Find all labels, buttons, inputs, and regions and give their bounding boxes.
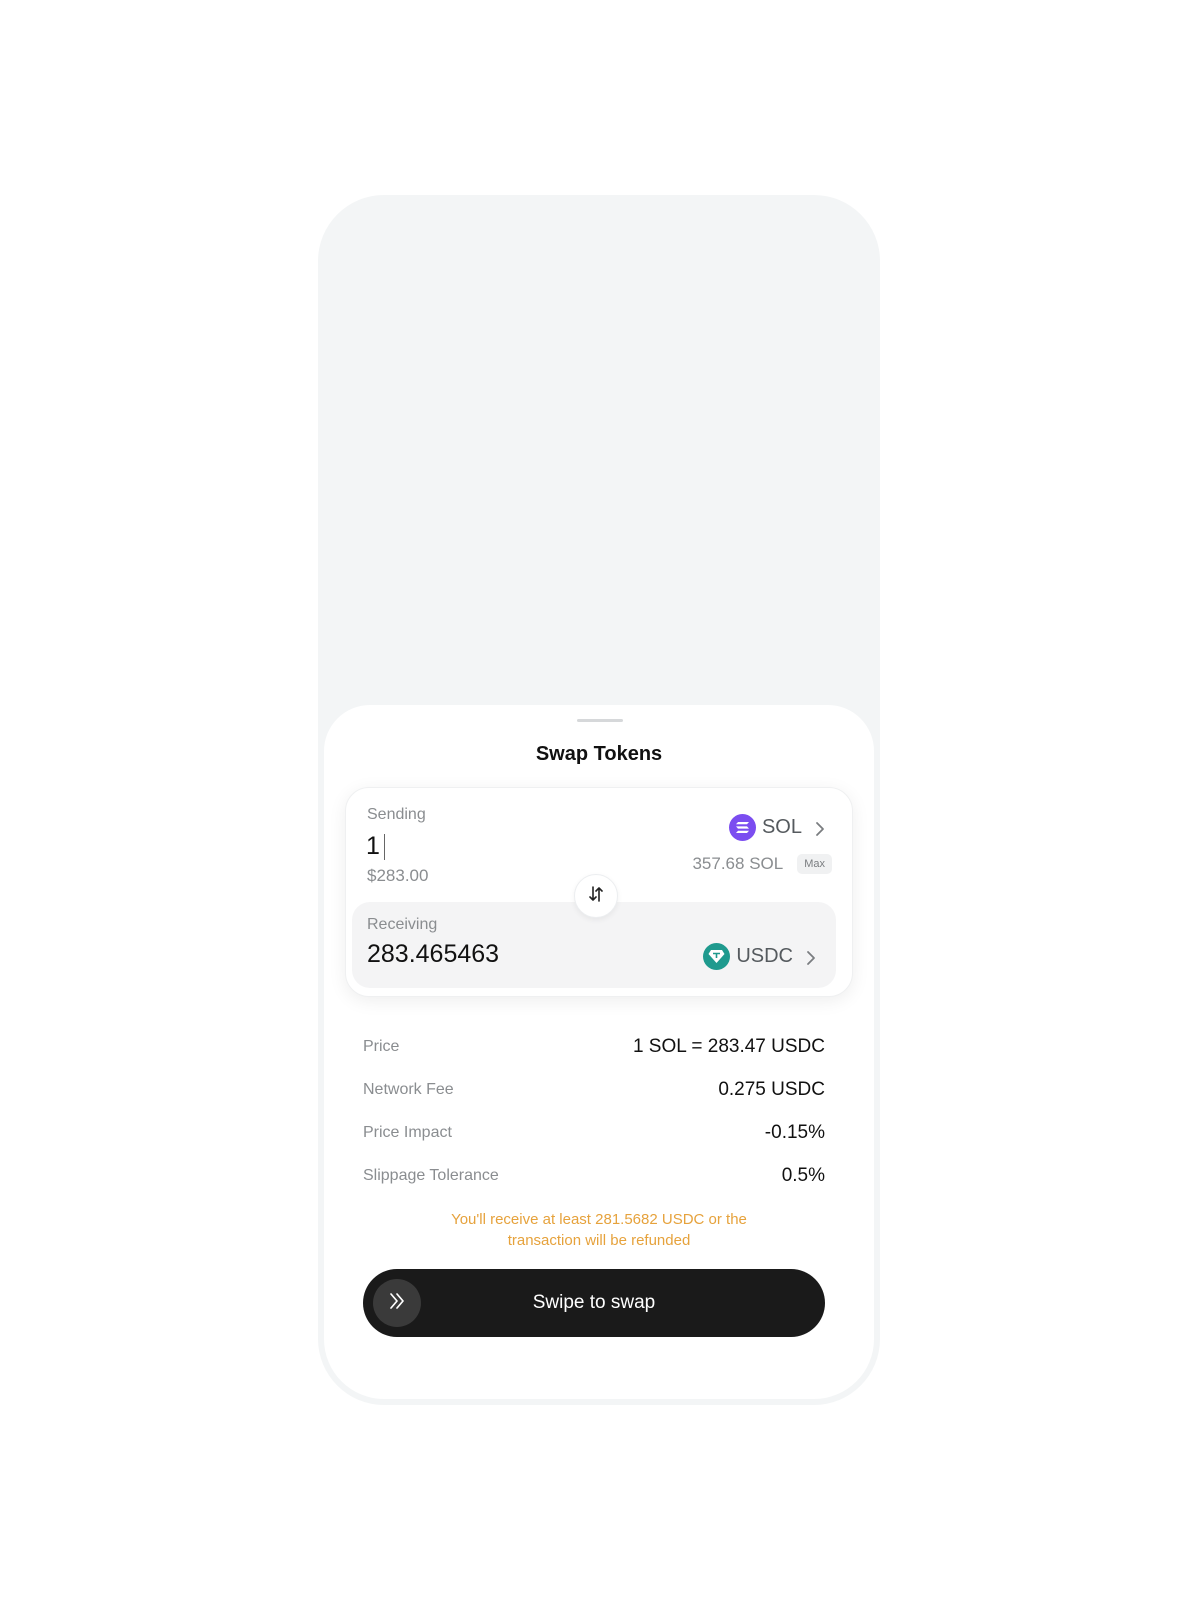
detail-label: Slippage Tolerance [363, 1166, 499, 1184]
detail-value: 0.275 USDC [718, 1078, 825, 1100]
detail-row-price-impact: Price Impact -0.15% [363, 1111, 825, 1154]
text-caret [383, 833, 385, 860]
minimum-received-warning: You'll receive at least 281.5682 USDC or… [451, 1211, 747, 1249]
swap-card: Sending 1 $283.00 SOL 357.68 SOL Max Rec… [345, 787, 853, 997]
sending-token-selector[interactable]: SOL [728, 814, 828, 841]
sheet-title: Swap Tokens [535, 743, 663, 765]
swipe-to-swap-slider[interactable]: Swipe to swap [363, 1269, 825, 1337]
swap-arrows-icon [586, 884, 606, 909]
detail-value: 1 SOL = 283.47 USDC [632, 1035, 825, 1057]
sending-balance-row: 357.68 SOL Max [692, 854, 832, 874]
sending-amount-value: 1 [366, 832, 380, 860]
sending-amount-input[interactable]: 1 [366, 832, 385, 861]
receiving-token-symbol: USDC [736, 945, 793, 967]
detail-value: -0.15% [764, 1121, 825, 1143]
detail-label: Network Fee [363, 1080, 454, 1098]
detail-row-price: Price 1 SOL = 283.47 USDC [363, 1025, 825, 1068]
switch-direction-button[interactable] [574, 874, 618, 918]
detail-label: Price Impact [363, 1123, 452, 1141]
swap-sheet: Swap Tokens Sending 1 $283.00 SOL 357.68… [324, 705, 874, 1399]
usdc-icon [703, 943, 731, 970]
max-button[interactable]: Max [797, 854, 832, 874]
solana-icon [728, 814, 756, 841]
receiving-label: Receiving [367, 916, 438, 933]
receiving-token-selector[interactable]: USDC [703, 943, 819, 970]
double-chevron-right-icon [386, 1290, 408, 1317]
sending-label: Sending [367, 806, 426, 823]
chevron-right-icon [803, 949, 819, 965]
sending-usd-value: $283.00 [367, 866, 429, 885]
phone-frame: Swap Tokens Sending 1 $283.00 SOL 357.68… [318, 195, 880, 1405]
detail-value: 0.5% [781, 1164, 825, 1186]
sending-token-symbol: SOL [761, 816, 802, 838]
sheet-drag-handle[interactable] [577, 719, 623, 722]
swipe-label: Swipe to swap [532, 1292, 656, 1313]
receiving-amount: 283.465463 [367, 940, 500, 968]
sending-balance: 357.68 SOL [692, 854, 784, 873]
detail-label: Price [363, 1037, 400, 1055]
swap-details: Price 1 SOL = 283.47 USDC Network Fee 0.… [363, 1025, 825, 1197]
detail-row-slippage: Slippage Tolerance 0.5% [363, 1154, 825, 1197]
chevron-right-icon [812, 820, 828, 836]
swipe-handle[interactable] [373, 1279, 421, 1327]
detail-row-network-fee: Network Fee 0.275 USDC [363, 1068, 825, 1111]
